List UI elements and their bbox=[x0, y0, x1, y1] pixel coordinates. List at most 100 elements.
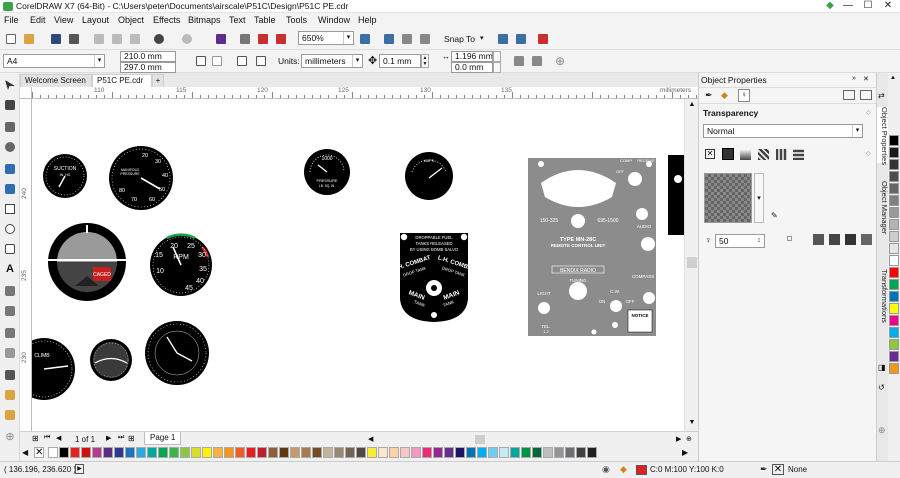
transparency-tab-icon[interactable]: ♀ bbox=[738, 89, 750, 102]
tachometer-gauge[interactable]: 20 25 30 35 15 40 10 45 RPM bbox=[150, 233, 212, 296]
color-swatch[interactable] bbox=[889, 267, 899, 278]
horizontal-ruler[interactable]: 110 115 120 125 130 135 millimeters bbox=[32, 87, 698, 99]
docker-option2-icon[interactable] bbox=[860, 90, 872, 100]
show-rulers-icon[interactable] bbox=[382, 32, 396, 46]
color-swatch[interactable] bbox=[499, 447, 509, 458]
color-swatch[interactable] bbox=[889, 327, 899, 338]
add-docker-icon[interactable]: ⊕ bbox=[878, 425, 886, 436]
import-icon[interactable] bbox=[238, 32, 252, 46]
color-proof-icon[interactable]: ◉ bbox=[602, 464, 610, 475]
color-swatch[interactable] bbox=[455, 447, 465, 458]
show-grid-icon[interactable] bbox=[400, 32, 414, 46]
color-swatch[interactable] bbox=[889, 147, 899, 158]
page-options-icon[interactable] bbox=[530, 54, 544, 68]
portrait-icon[interactable] bbox=[194, 54, 208, 68]
color-swatch[interactable] bbox=[81, 447, 91, 458]
vector-pattern-icon[interactable] bbox=[758, 149, 769, 160]
color-swatch[interactable] bbox=[889, 219, 899, 230]
color-swatch[interactable] bbox=[889, 171, 899, 182]
color-swatch[interactable] bbox=[543, 447, 553, 458]
preview-dropdown-icon[interactable]: ▾ bbox=[754, 173, 764, 223]
color-swatch[interactable] bbox=[345, 447, 355, 458]
scroll-down-icon[interactable]: ▼ bbox=[687, 419, 697, 428]
scroll-left-icon[interactable]: ◀ bbox=[368, 435, 373, 443]
color-swatch[interactable] bbox=[59, 447, 69, 458]
duplicate-x-field[interactable]: 1.196 mm bbox=[451, 51, 493, 62]
color-swatch[interactable] bbox=[323, 447, 333, 458]
save-icon[interactable] bbox=[49, 32, 63, 46]
color-swatch[interactable] bbox=[889, 363, 899, 374]
freehand-tool-icon[interactable] bbox=[4, 163, 16, 175]
color-swatch[interactable] bbox=[889, 279, 899, 290]
close-button[interactable]: ✕ bbox=[878, 0, 898, 12]
color-swatch[interactable] bbox=[889, 207, 899, 218]
collapse-icon[interactable]: ◇ bbox=[866, 109, 871, 116]
color-swatch[interactable] bbox=[889, 135, 899, 146]
color-swatch[interactable] bbox=[235, 447, 245, 458]
cut-icon[interactable] bbox=[92, 32, 106, 46]
interactive-fill-icon[interactable] bbox=[4, 389, 16, 401]
small-instrument-gauge[interactable] bbox=[90, 339, 132, 381]
apply-to-all-icon[interactable] bbox=[845, 234, 856, 245]
color-swatch[interactable] bbox=[411, 447, 421, 458]
menu-object[interactable]: Object bbox=[118, 15, 144, 25]
paste-icon[interactable] bbox=[128, 32, 142, 46]
color-swatch[interactable] bbox=[422, 447, 432, 458]
pages-icon[interactable] bbox=[512, 54, 526, 68]
horizontal-scroll-thumb[interactable] bbox=[475, 435, 485, 444]
color-swatch[interactable] bbox=[367, 447, 377, 458]
paper-size-select[interactable]: A4 ▾ bbox=[3, 54, 105, 68]
color-swatch[interactable] bbox=[565, 447, 575, 458]
color-swatch[interactable] bbox=[114, 447, 124, 458]
pick-tool-icon[interactable] bbox=[4, 79, 16, 91]
ellipse-tool-icon[interactable] bbox=[4, 223, 16, 235]
two-color-pattern-icon[interactable] bbox=[793, 149, 804, 160]
zoom-tool-icon[interactable] bbox=[4, 141, 16, 153]
minimize-button[interactable]: — bbox=[838, 0, 858, 12]
redo-icon[interactable] bbox=[180, 32, 194, 46]
color-swatch[interactable] bbox=[147, 447, 157, 458]
color-swatch[interactable] bbox=[554, 447, 564, 458]
color-swatch[interactable] bbox=[169, 447, 179, 458]
tab-welcome-screen[interactable]: Welcome Screen bbox=[20, 74, 92, 87]
page-tab[interactable]: Page 1 bbox=[144, 432, 182, 445]
units-select[interactable]: millimeters ▾ bbox=[301, 54, 363, 68]
vertical-scroll-thumb[interactable] bbox=[687, 257, 697, 268]
rate-of-climb-gauge[interactable]: CLIMB bbox=[32, 338, 75, 400]
color-swatch[interactable] bbox=[246, 447, 256, 458]
current-page-icon[interactable] bbox=[254, 54, 268, 68]
last-page-icon[interactable]: ⏭ bbox=[118, 434, 124, 442]
app-icon[interactable]: ◆ bbox=[820, 0, 840, 12]
add-tab-button[interactable]: + bbox=[152, 74, 164, 87]
options-icon[interactable] bbox=[514, 32, 528, 46]
ruler-origin[interactable] bbox=[20, 87, 32, 99]
color-swatch[interactable] bbox=[191, 447, 201, 458]
color-swatch[interactable] bbox=[224, 447, 234, 458]
print-icon[interactable] bbox=[67, 32, 81, 46]
snap-to-button[interactable]: Snap To bbox=[444, 34, 475, 44]
menu-tools[interactable]: Tools bbox=[286, 15, 307, 25]
opacity-spinner-icon[interactable]: ↕ bbox=[754, 235, 764, 247]
color-swatch[interactable] bbox=[488, 447, 498, 458]
color-eyedropper-icon[interactable] bbox=[4, 369, 16, 381]
page-height-field[interactable]: 297.0 mm bbox=[120, 62, 176, 73]
text-tool-icon[interactable]: A bbox=[4, 263, 16, 275]
color-swatch[interactable] bbox=[290, 447, 300, 458]
export-icon[interactable] bbox=[256, 32, 270, 46]
color-swatch[interactable] bbox=[70, 447, 80, 458]
first-page-icon[interactable]: ⏮ bbox=[44, 434, 50, 442]
pressure-gauge[interactable]: 1000 PRESSURE LB. SQ. IN. bbox=[304, 149, 350, 195]
docker-pin-icon[interactable]: ⇄ bbox=[878, 91, 885, 100]
color-swatch[interactable] bbox=[334, 447, 344, 458]
transparency-tool-icon[interactable] bbox=[4, 347, 16, 359]
manifold-pressure-gauge[interactable]: 20 30 40 50 60 70 80 MANIFOLD PRESSURE bbox=[109, 146, 173, 210]
crop-tool-icon[interactable] bbox=[4, 121, 16, 133]
palette-scroll-right-icon[interactable]: ▶ bbox=[682, 448, 688, 457]
duplicate-y-spinner[interactable] bbox=[493, 62, 501, 73]
color-swatch[interactable] bbox=[889, 183, 899, 194]
color-swatch[interactable] bbox=[180, 447, 190, 458]
black-strip-object[interactable] bbox=[668, 155, 684, 235]
color-swatch[interactable] bbox=[356, 447, 366, 458]
menu-window[interactable]: Window bbox=[318, 15, 350, 25]
smart-fill-icon[interactable] bbox=[4, 409, 16, 421]
